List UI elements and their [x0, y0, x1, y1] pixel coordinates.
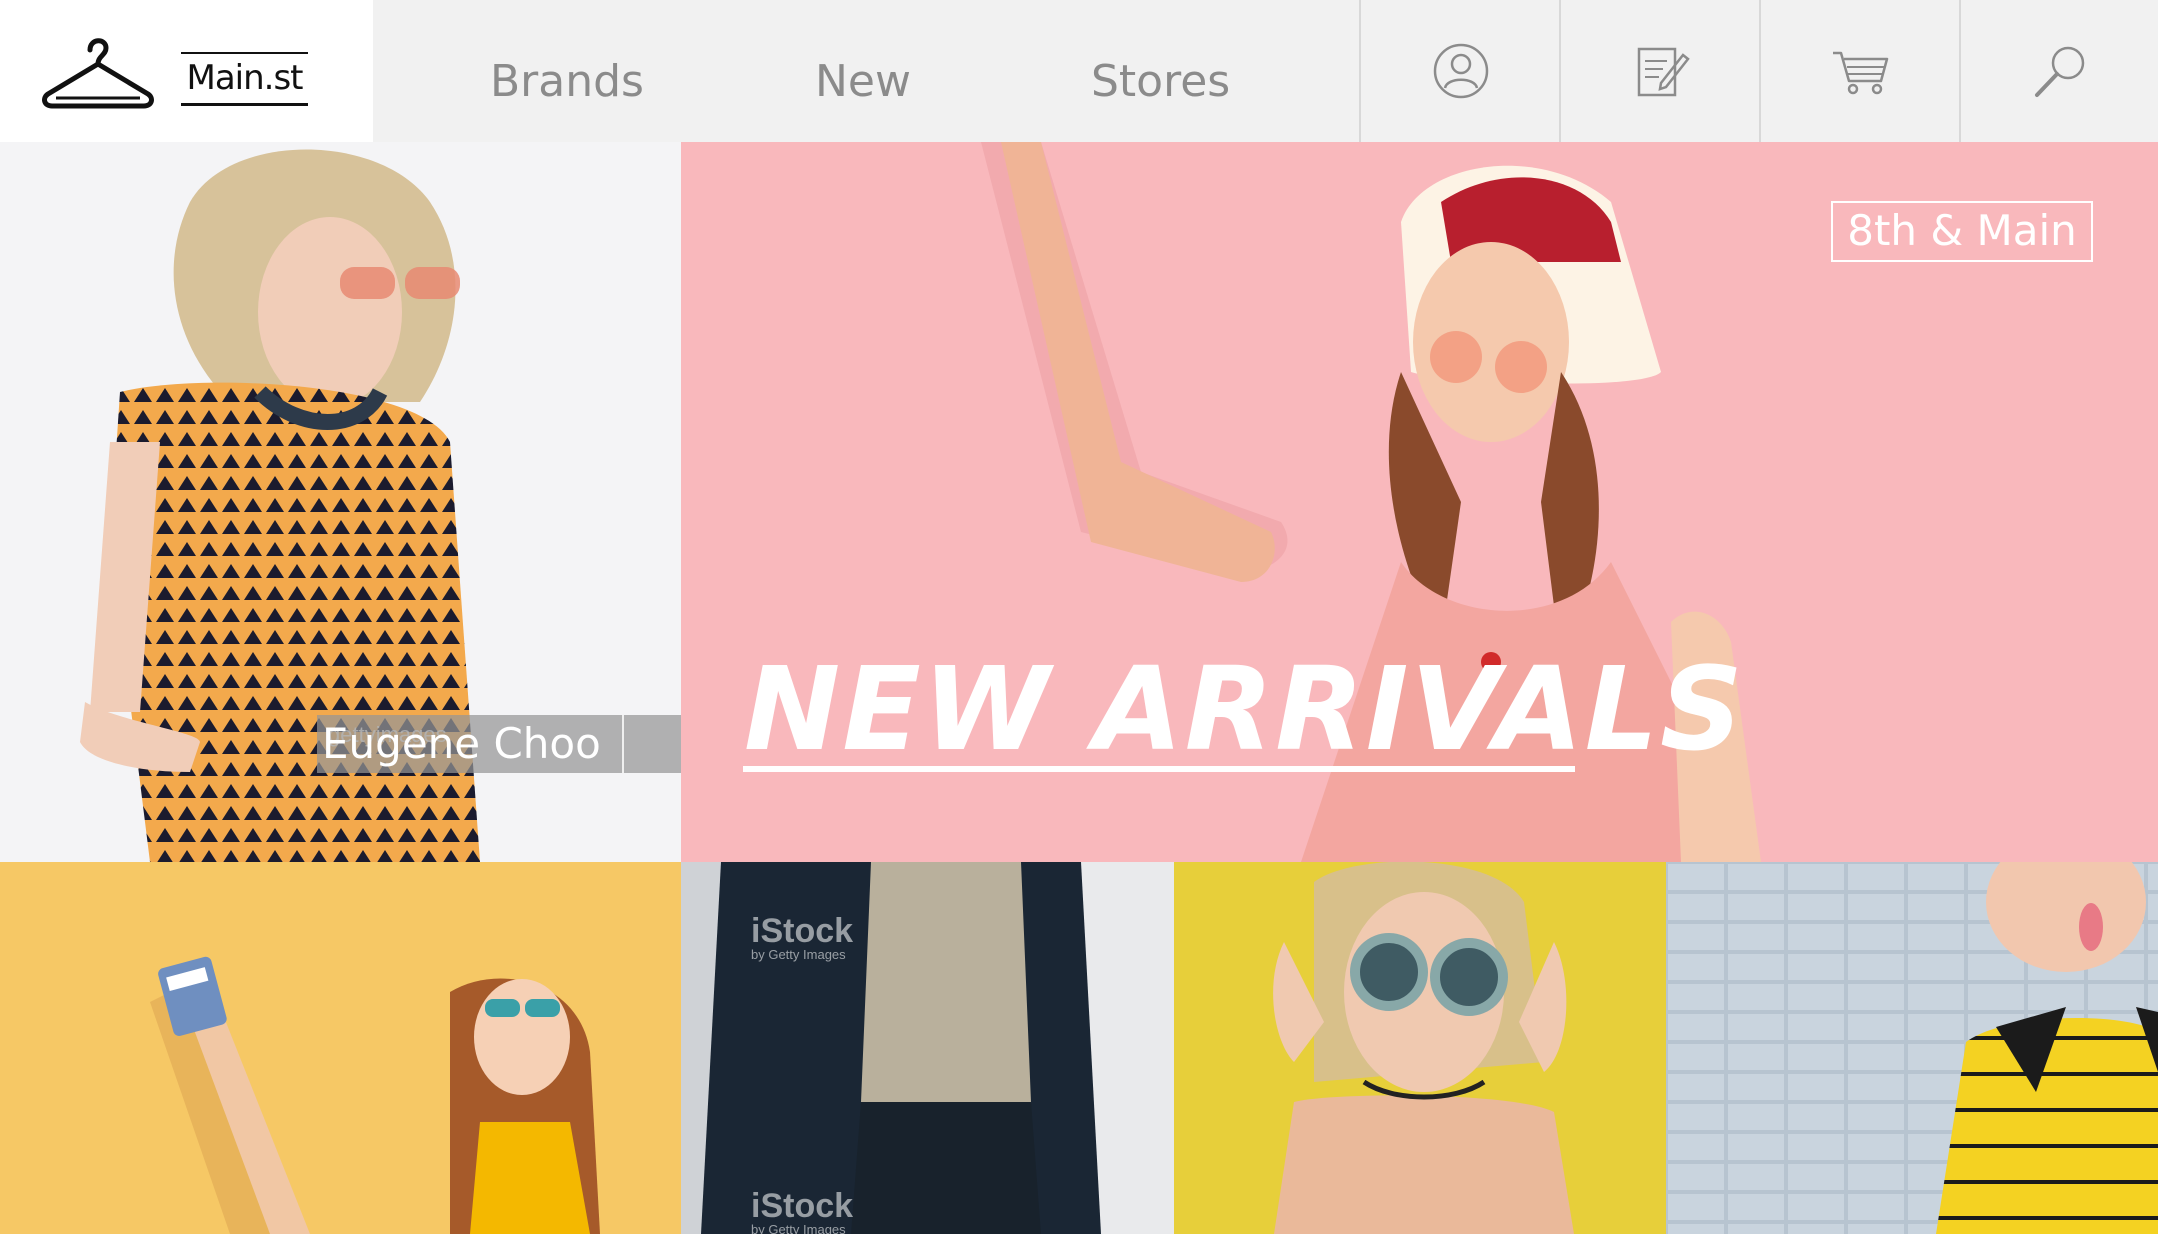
product-tile-travel[interactable]: [0, 862, 681, 1234]
nav-new[interactable]: New: [815, 52, 911, 112]
nav-brands[interactable]: Brands: [490, 52, 644, 112]
search-button[interactable]: [1959, 0, 2158, 142]
brand-wordmark: Main.st: [181, 52, 308, 106]
cart-icon: [1833, 51, 1889, 95]
cart-button[interactable]: [1759, 0, 1959, 142]
notes-button[interactable]: [1559, 0, 1759, 142]
istock-watermark: iStock by Getty Images: [751, 1187, 854, 1234]
product-tile-coat[interactable]: iStock by Getty Images iStock by Getty Ima…: [681, 862, 1174, 1234]
hanger-icon: [42, 38, 154, 109]
hero-title[interactable]: NEW ARRIVALS: [744, 650, 1745, 770]
search-icon: [2035, 46, 2085, 97]
top-header: Main.st Brands New Stores: [0, 0, 2158, 142]
caption-divider: [622, 715, 624, 773]
product-tile-sunglasses[interactable]: [1174, 862, 1666, 1234]
notes-icon: [1637, 47, 1690, 97]
hero-title-underline: [743, 766, 1575, 772]
travel-photo: [0, 862, 681, 1234]
sunglasses-photo: [1174, 862, 1666, 1234]
istock-watermark: iStock by Getty Images: [751, 912, 854, 962]
stripes-photo: [1666, 862, 2158, 1234]
designer-caption[interactable]: Eugene Choo: [322, 717, 601, 771]
account-icon: [1433, 43, 1489, 99]
logo[interactable]: Main.st: [0, 0, 373, 142]
nav-stores[interactable]: Stores: [1091, 52, 1230, 112]
store-badge[interactable]: 8th & Main: [1831, 201, 2093, 262]
product-tile-stripes[interactable]: [1666, 862, 2158, 1234]
brand-name: Main.st: [186, 58, 303, 98]
account-button[interactable]: [1359, 0, 1559, 142]
